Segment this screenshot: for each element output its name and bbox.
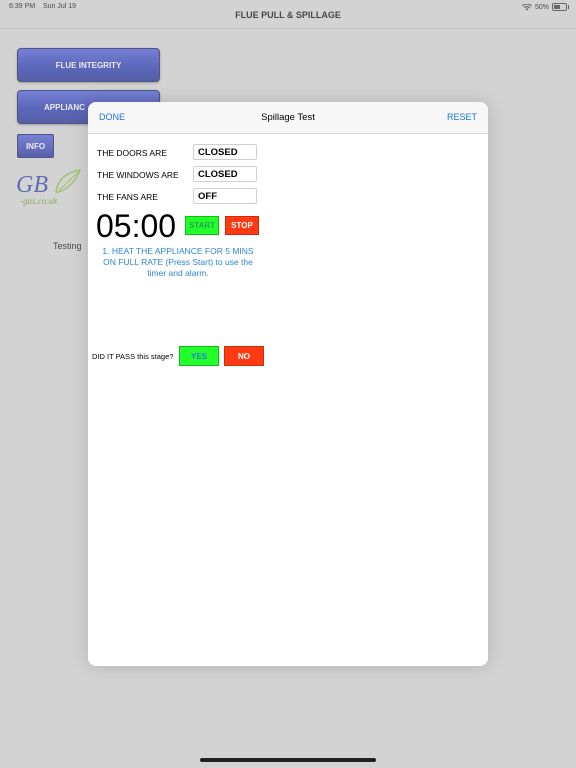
- doors-label: THE DOORS ARE: [97, 148, 167, 158]
- instruction-text: 1. HEAT THE APPLIANCE FOR 5 MINS ON FULL…: [102, 246, 254, 278]
- modal-header: DONE Spillage Test RESET: [88, 102, 488, 134]
- stop-button[interactable]: STOP: [225, 216, 259, 235]
- windows-field[interactable]: CLOSED: [193, 166, 257, 182]
- pass-question: DID IT PASS this stage?: [92, 352, 174, 361]
- no-button[interactable]: NO: [224, 346, 264, 366]
- reset-button[interactable]: RESET: [447, 112, 477, 122]
- fans-field[interactable]: OFF: [193, 188, 257, 204]
- start-button[interactable]: START: [185, 216, 219, 235]
- windows-label: THE WINDOWS ARE: [97, 170, 179, 180]
- modal-title: Spillage Test: [261, 112, 315, 123]
- yes-button[interactable]: YES: [179, 346, 219, 366]
- spillage-test-modal: DONE Spillage Test RESET THE DOORS ARE C…: [88, 102, 488, 666]
- timer-display: 05:00: [96, 208, 177, 244]
- fans-label: THE FANS ARE: [97, 192, 158, 202]
- doors-field[interactable]: CLOSED: [193, 144, 257, 160]
- home-indicator[interactable]: [200, 758, 376, 762]
